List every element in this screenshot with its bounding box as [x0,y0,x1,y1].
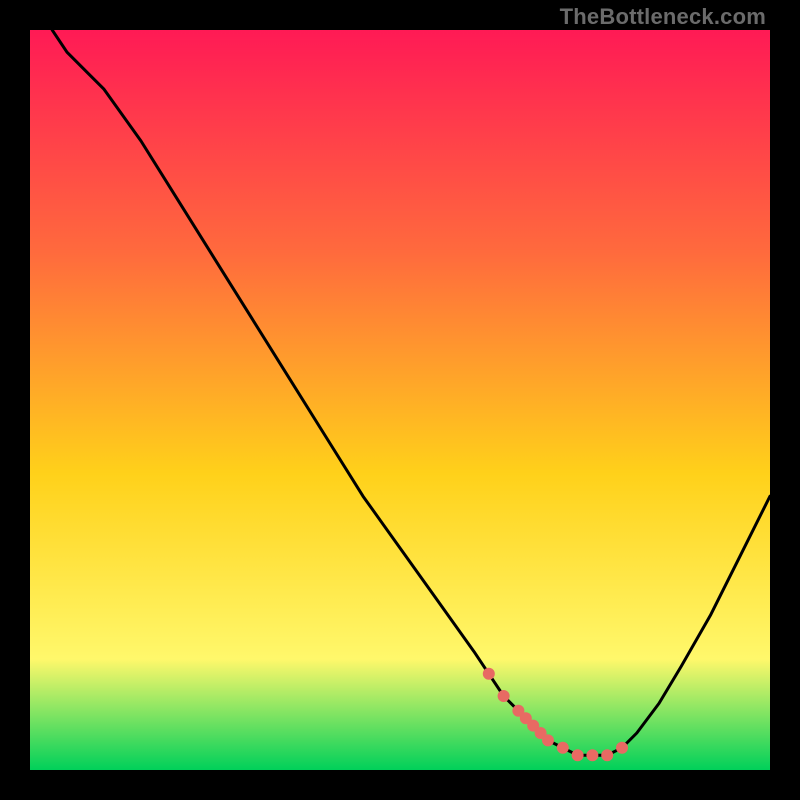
curve-marker [557,742,569,754]
curve-marker [586,749,598,761]
curve-marker [498,690,510,702]
bottleneck-curve-chart [30,30,770,770]
watermark-text: TheBottleneck.com [560,4,766,30]
curve-marker [483,668,495,680]
curve-marker [616,742,628,754]
chart-frame [30,30,770,770]
curve-marker [572,749,584,761]
curve-marker [601,749,613,761]
curve-marker [542,734,554,746]
